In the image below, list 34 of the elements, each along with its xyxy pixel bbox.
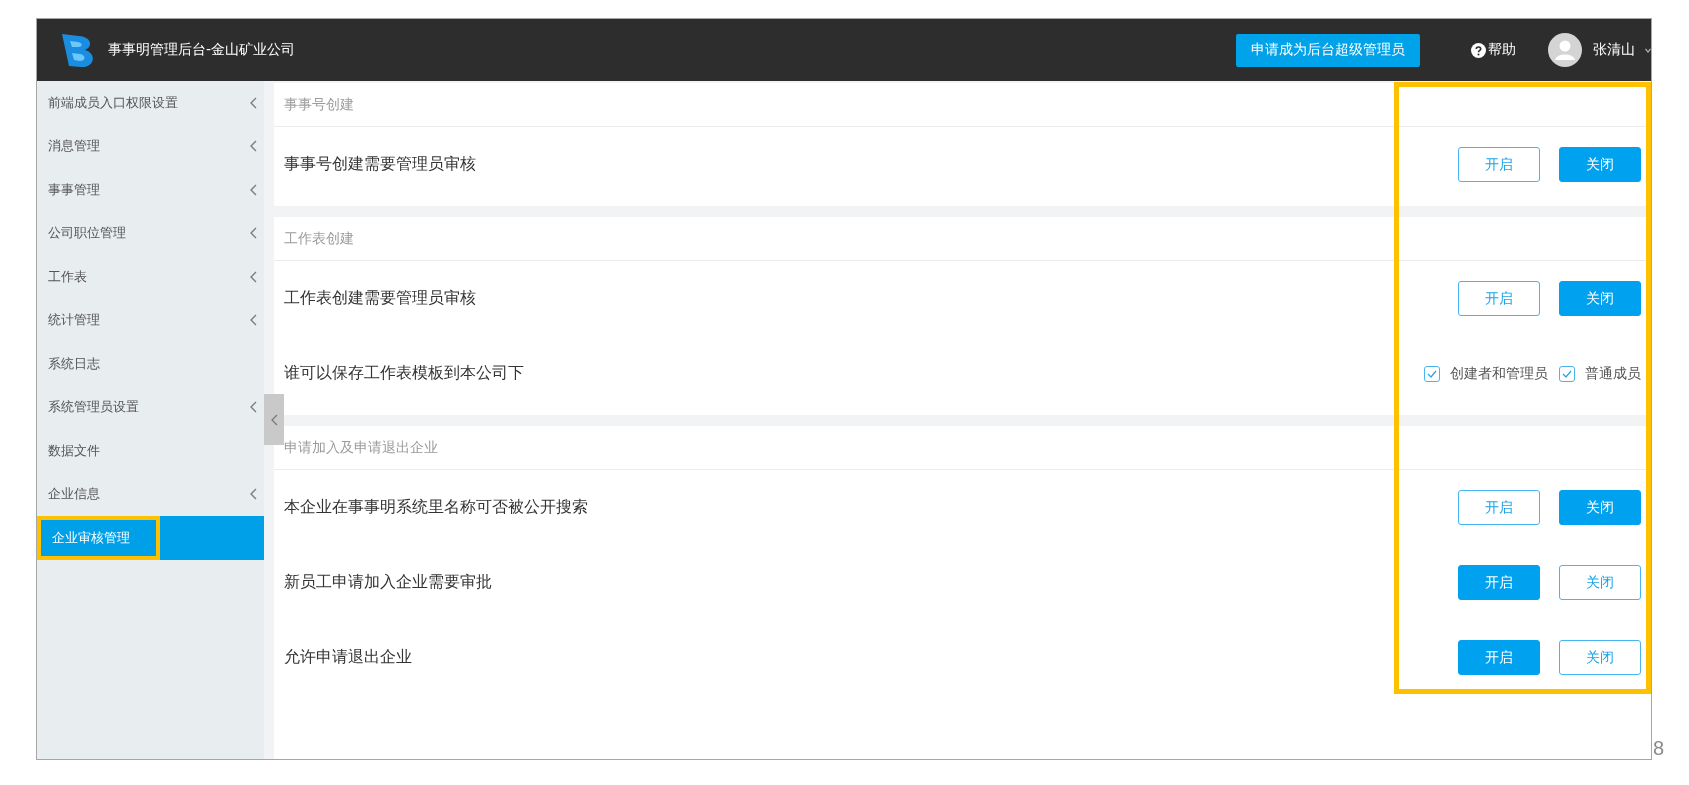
setting-label: 事事号创建需要管理员审核 — [284, 154, 476, 175]
help-link[interactable]: 帮助 — [1471, 41, 1516, 59]
checkbox[interactable] — [1559, 365, 1575, 382]
checkbox[interactable] — [1424, 365, 1440, 382]
page-number: 8 — [1653, 738, 1665, 758]
sidebar-item[interactable]: 数据文件 — [37, 429, 264, 473]
section-title: 工作表创建 — [284, 229, 354, 248]
sidebar-item[interactable]: 系统日志 — [37, 342, 264, 386]
section-title: 申请加入及申请退出企业 — [284, 438, 438, 457]
setting-label: 谁可以保存工作表模板到本公司下 — [284, 363, 524, 384]
checkmark-icon — [1562, 369, 1572, 378]
sidebar-item[interactable]: 系统管理员设置 — [37, 385, 264, 429]
setting-label: 新员工申请加入企业需要审批 — [284, 572, 492, 593]
help-icon — [1471, 42, 1486, 58]
sidebar-item[interactable]: 统计管理 — [37, 298, 264, 342]
sidebar-item[interactable]: 消息管理 — [37, 124, 264, 168]
checkbox-label: 创建者和管理员 — [1450, 364, 1548, 383]
setting-label: 允许申请退出企业 — [284, 647, 412, 668]
sidebar-item[interactable]: 事事管理 — [37, 168, 264, 212]
chevron-left-icon — [270, 413, 278, 426]
sidebar-item[interactable]: 公司职位管理 — [37, 211, 264, 255]
app-title: 事事明管理后台-金山矿业公司 — [108, 41, 296, 59]
checkbox-label: 普通成员 — [1585, 364, 1641, 383]
setting-label: 工作表创建需要管理员审核 — [284, 288, 476, 309]
setting-label: 本企业在事事明系统里名称可否被公开搜索 — [284, 497, 588, 518]
sidebar-item[interactable]: 前端成员入口权限设置 — [37, 81, 264, 125]
avatar-icon — [1548, 33, 1582, 67]
checkmark-icon — [1427, 369, 1437, 378]
user-menu[interactable]: 张清山 — [1548, 33, 1651, 67]
sidebar-item[interactable]: 企业信息 — [37, 472, 264, 516]
caret-down-icon — [1645, 47, 1651, 53]
section-title: 事事号创建 — [284, 95, 354, 114]
sidebar-item[interactable]: 工作表 — [37, 255, 264, 299]
collapse-button[interactable] — [264, 394, 284, 445]
